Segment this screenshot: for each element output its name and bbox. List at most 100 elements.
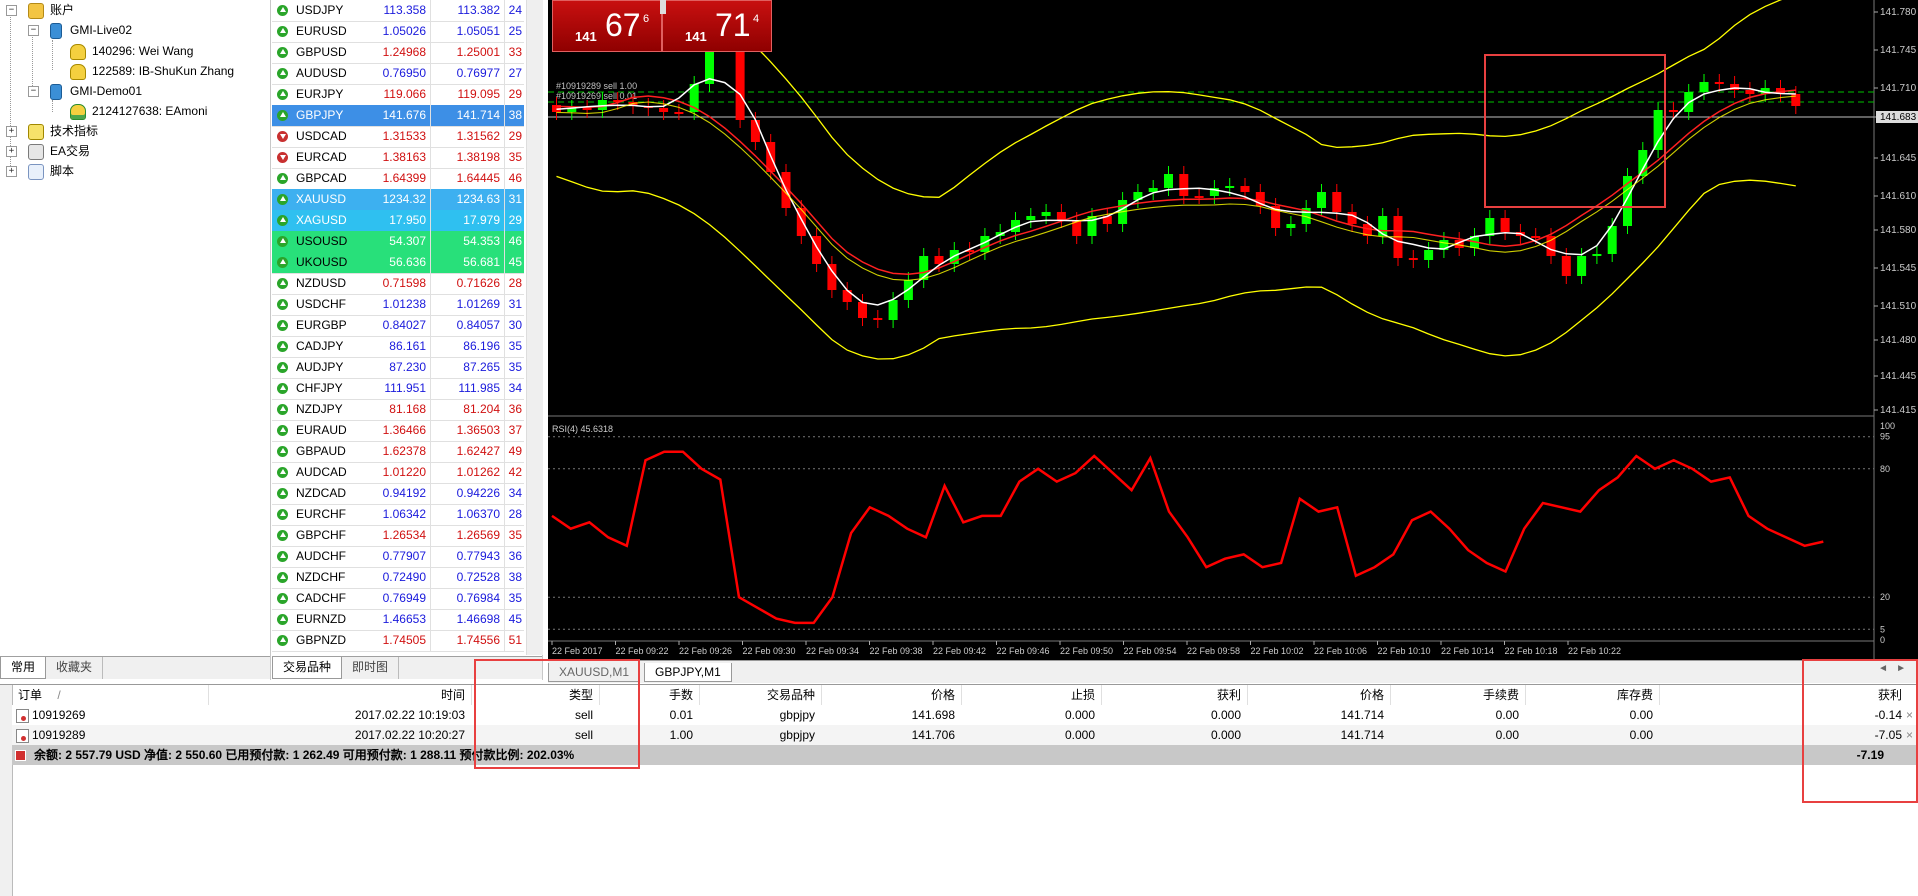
market-watch-row-eurchf[interactable]: EURCHF 1.06342 1.06370 28 xyxy=(272,504,524,526)
market-watch-row-usdchf[interactable]: USDCHF 1.01238 1.01269 31 xyxy=(272,294,524,316)
ask-price: 113.382 xyxy=(432,0,505,21)
trade-row[interactable]: 10919269 2017.02.22 10:19:03 sell 0.01 gbpjp… xyxy=(12,705,1918,725)
market-watch-row-nzdchf[interactable]: NZDCHF 0.72490 0.72528 38 xyxy=(272,567,524,589)
rsi-tick-label: 100 xyxy=(1880,421,1895,431)
market-watch-row-nzdusd[interactable]: NZDUSD 0.71598 0.71626 28 xyxy=(272,273,524,295)
bid-price: 1.06342 xyxy=(342,504,431,525)
col-swap[interactable]: 库存费 xyxy=(1519,685,1660,705)
market-watch-row-nzdcad[interactable]: NZDCAD 0.94192 0.94226 34 xyxy=(272,483,524,505)
expand-icon[interactable]: + xyxy=(6,146,17,157)
market-watch-row-eurnzd[interactable]: EURNZD 1.46653 1.46698 45 xyxy=(272,609,524,631)
price-up-icon xyxy=(277,236,288,247)
symbol-name: USDCAD xyxy=(296,129,347,143)
expand-icon[interactable]: + xyxy=(6,166,17,177)
market-watch-row-usdjpy[interactable]: USDJPY 113.358 113.382 24 xyxy=(272,0,524,22)
price-up-icon xyxy=(277,110,288,121)
symbol-name: NZDCHF xyxy=(296,570,346,584)
col-symbol[interactable]: 交易品种 xyxy=(693,685,822,705)
spread: 38 xyxy=(508,570,522,584)
market-watch-row-nzdjpy[interactable]: NZDJPY 81.168 81.204 36 xyxy=(272,399,524,421)
bid-price: 1.05026 xyxy=(342,21,431,42)
tab-common[interactable]: 常用 xyxy=(0,657,47,679)
market-watch-row-xauusd[interactable]: XAUUSD 1234.32 1234.63 31 xyxy=(272,189,524,211)
price-up-icon xyxy=(277,572,288,583)
bid-price: 111.951 xyxy=(342,378,431,399)
market-watch-row-audcad[interactable]: AUDCAD 1.01220 1.01262 42 xyxy=(272,462,524,484)
market-watch-row-chfjpy[interactable]: CHFJPY 111.951 111.985 34 xyxy=(272,378,524,400)
sell-button[interactable]: 141 67 6 xyxy=(552,0,662,52)
market-watch-row-gbpaud[interactable]: GBPAUD 1.62378 1.62427 49 xyxy=(272,441,524,463)
candle-body xyxy=(1745,90,1755,94)
market-watch-row-audchf[interactable]: AUDCHF 0.77907 0.77943 36 xyxy=(272,546,524,568)
cell-price: 141.706 xyxy=(911,728,955,742)
market-watch-row-eurjpy[interactable]: EURJPY 119.066 119.095 29 xyxy=(272,84,524,106)
market-watch-row-xagusd[interactable]: XAGUSD 17.950 17.979 29 xyxy=(272,210,524,232)
market-watch-row-eurcad[interactable]: EURCAD 1.38163 1.38198 35 xyxy=(272,147,524,169)
price-up-icon xyxy=(277,257,288,268)
market-watch-scrollbar[interactable] xyxy=(526,0,543,655)
market-watch-row-eurusd[interactable]: EURUSD 1.05026 1.05051 25 xyxy=(272,21,524,43)
col-sl[interactable]: 止损 xyxy=(955,685,1102,705)
candle-body xyxy=(1164,174,1173,188)
bid-price: 1.36466 xyxy=(342,420,431,441)
spread: 49 xyxy=(508,444,522,458)
lot-size-field[interactable] xyxy=(660,0,666,14)
market-watch-row-gbpchf[interactable]: GBPCHF 1.26534 1.26569 35 xyxy=(272,525,524,547)
bid-price: 17.950 xyxy=(342,210,431,231)
col-price[interactable]: 价格 xyxy=(815,685,962,705)
tab-chart-gbpjpy[interactable]: GBPJPY,M1 xyxy=(644,663,732,682)
ask-price: 1.31562 xyxy=(432,126,505,147)
price-up-icon xyxy=(277,341,288,352)
candle-body xyxy=(858,302,867,318)
buy-button[interactable]: 141 71 4 xyxy=(662,0,772,52)
ask-price: 81.204 xyxy=(432,399,505,420)
collapse-icon[interactable]: − xyxy=(6,5,17,16)
col-order[interactable]: 订单 / xyxy=(18,685,209,705)
expand-icon[interactable]: + xyxy=(6,126,17,137)
price-tick-label: 141.710 xyxy=(1880,83,1917,94)
market-watch-row-gbpusd[interactable]: GBPUSD 1.24968 1.25001 33 xyxy=(272,42,524,64)
highlight-box-chart xyxy=(1484,54,1666,208)
tab-tick-chart[interactable]: 即时图 xyxy=(342,657,400,679)
spread: 35 xyxy=(508,339,522,353)
market-watch-row-euraud[interactable]: EURAUD 1.36466 1.36503 37 xyxy=(272,420,524,442)
market-watch-row-gbpjpy[interactable]: GBPJPY 141.676 141.714 38 xyxy=(272,105,524,127)
tab-favorites[interactable]: 收藏夹 xyxy=(46,657,104,679)
price-tick-label: 141.745 xyxy=(1880,45,1917,56)
collapse-icon[interactable]: − xyxy=(28,25,39,36)
market-watch-row-ukousd[interactable]: UKOUSD 56.636 56.681 45 xyxy=(272,252,524,274)
symbol-name: NZDUSD xyxy=(296,276,346,290)
time-tick-label: 22 Feb 10:02 xyxy=(1251,646,1304,656)
bid-price: 1.24968 xyxy=(342,42,431,63)
symbol-name: USOUSD xyxy=(296,234,348,248)
rsi-tick-label: 5 xyxy=(1880,624,1885,634)
bid-price: 0.84027 xyxy=(342,315,431,336)
price-chart[interactable]: 141.780 141.745 141.710 141.683 141.645 141.6… xyxy=(548,0,1918,660)
market-watch-row-gbpcad[interactable]: GBPCAD 1.64399 1.64445 46 xyxy=(272,168,524,190)
col-tp[interactable]: 获利 xyxy=(1095,685,1248,705)
market-watch-row-cadjpy[interactable]: CADJPY 86.161 86.196 35 xyxy=(272,336,524,358)
col-time[interactable]: 时间 xyxy=(202,685,472,705)
highlight-box-type xyxy=(474,659,640,769)
price-tick-label: 141.780 xyxy=(1880,7,1917,18)
trade-row[interactable]: 10919289 2017.02.22 10:20:27 sell 1.00 gbpjp… xyxy=(12,725,1918,745)
symbol-name: EURCAD xyxy=(296,150,347,164)
bid-price: 1.62378 xyxy=(342,441,431,462)
market-watch-row-cadchf[interactable]: CADCHF 0.76949 0.76984 35 xyxy=(272,588,524,610)
market-watch-row-eurgbp[interactable]: EURGBP 0.84027 0.84057 30 xyxy=(272,315,524,337)
spread: 46 xyxy=(508,234,522,248)
time-tick-label: 22 Feb 10:06 xyxy=(1314,646,1367,656)
market-watch-row-usousd[interactable]: USOUSD 54.307 54.353 46 xyxy=(272,231,524,253)
price-up-icon xyxy=(277,278,288,289)
collapse-icon[interactable]: − xyxy=(28,86,39,97)
col-commission[interactable]: 手续费 xyxy=(1384,685,1526,705)
tab-symbols[interactable]: 交易品种 xyxy=(272,657,343,679)
market-watch-row-usdcad[interactable]: USDCAD 1.31533 1.31562 29 xyxy=(272,126,524,148)
candle-body xyxy=(1561,256,1571,276)
market-watch-row-gbpnzd[interactable]: GBPNZD 1.74505 1.74556 51 xyxy=(272,630,524,652)
bid-price: 1.31533 xyxy=(342,126,431,147)
col-current-price[interactable]: 价格 xyxy=(1241,685,1391,705)
market-watch-row-audjpy[interactable]: AUDJPY 87.230 87.265 35 xyxy=(272,357,524,379)
chart-canvas: 141.780 141.745 141.710 141.683 141.645 141.6… xyxy=(548,0,1918,660)
market-watch-row-audusd[interactable]: AUDUSD 0.76950 0.76977 27 xyxy=(272,63,524,85)
